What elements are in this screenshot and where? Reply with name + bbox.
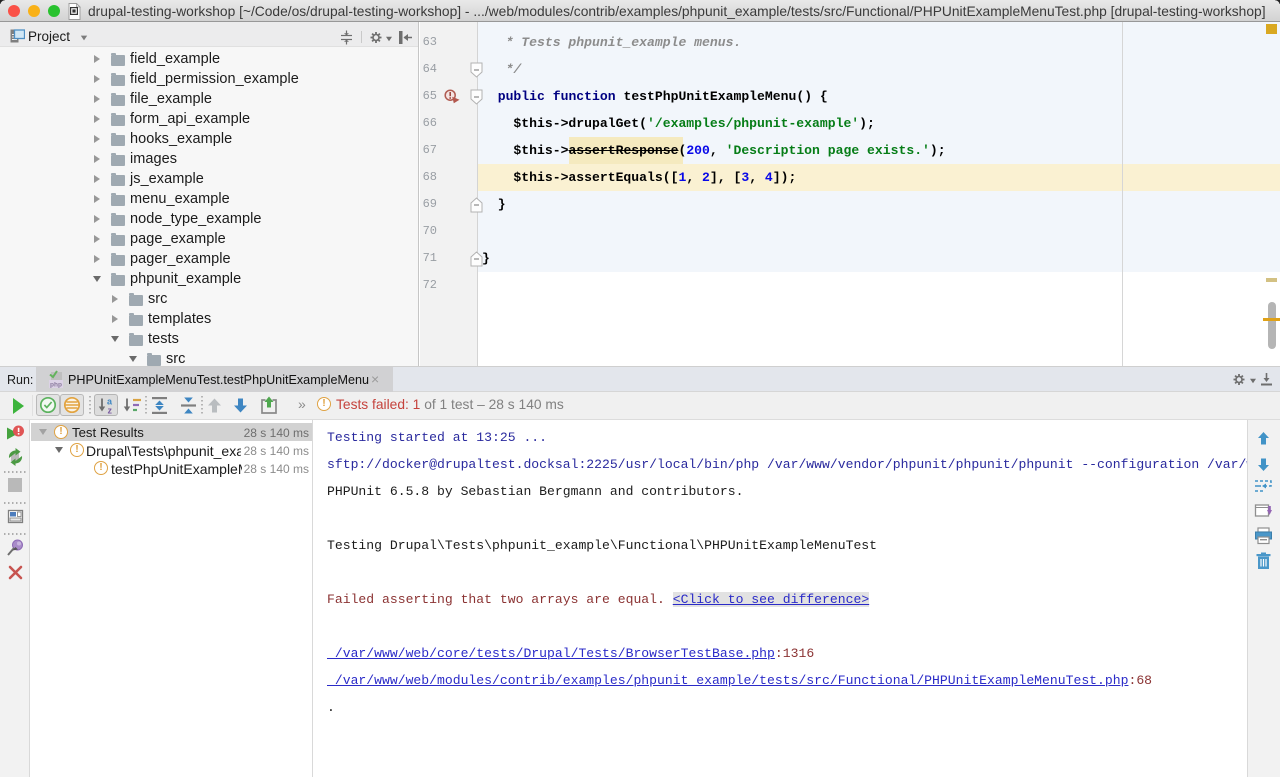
svg-text:z: z [108, 406, 113, 416]
svg-text:php: php [50, 382, 62, 389]
